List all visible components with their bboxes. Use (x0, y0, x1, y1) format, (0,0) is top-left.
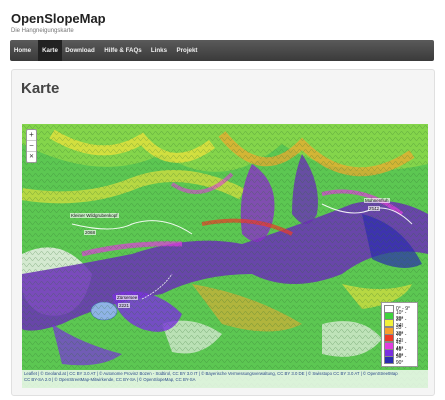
slope-map[interactable]: + − ✕ Kleiner Wildgrubenkopf 2068 Mohnen… (22, 124, 428, 388)
place-label: Kleiner Wildgrubenkopf (70, 213, 119, 218)
slope-map-tiles[interactable] (22, 124, 428, 388)
map-attribution: Leaflet | © Geoland.at | CC BY 3.0 AT | … (22, 370, 428, 388)
place-elevation: 2221 (118, 303, 131, 308)
attribution-line[interactable]: CC BY-SA 2.0 | © OpenStreetMap-Mitwirken… (24, 377, 426, 383)
legend-swatch (384, 356, 394, 365)
zoom-out-button[interactable]: − (27, 141, 36, 152)
nav-item-hilfe-faqs[interactable]: Hilfe & FAQs (100, 40, 146, 61)
nav-item-home[interactable]: Home (10, 40, 35, 61)
main-navbar: Home Karte Download Hilfe & FAQs Links P… (10, 40, 434, 61)
map-zoom-control: + − ✕ (26, 129, 37, 163)
site-title[interactable]: OpenSlopeMap (11, 11, 106, 26)
zoom-in-button[interactable]: + (27, 130, 36, 141)
slope-legend: 0° - 9° 10° - 29° 30° - 34° 35° - 39° 40… (381, 302, 418, 367)
place-elevation: 2068 (84, 230, 97, 235)
legend-row: 50° - 90° (384, 354, 415, 367)
place-label: Zürsersee (116, 295, 139, 300)
nav-item-karte[interactable]: Karte (38, 40, 62, 61)
place-label: Mohnenfluh (364, 198, 390, 203)
site-subtitle: Die Hangneigungskarte (11, 28, 74, 34)
nav-item-links[interactable]: Links (148, 40, 170, 61)
map-card: Karte + − ✕ Kleiner Wildgrubenkopf 2068 … (11, 69, 435, 396)
nav-item-projekt[interactable]: Projekt (173, 40, 201, 61)
fullscreen-icon[interactable]: ✕ (27, 152, 36, 162)
page-title: Karte (21, 80, 60, 97)
legend-label: 50° - 90° (395, 354, 407, 367)
nav-item-download[interactable]: Download (64, 40, 96, 61)
place-elevation: 2542 (368, 206, 381, 211)
